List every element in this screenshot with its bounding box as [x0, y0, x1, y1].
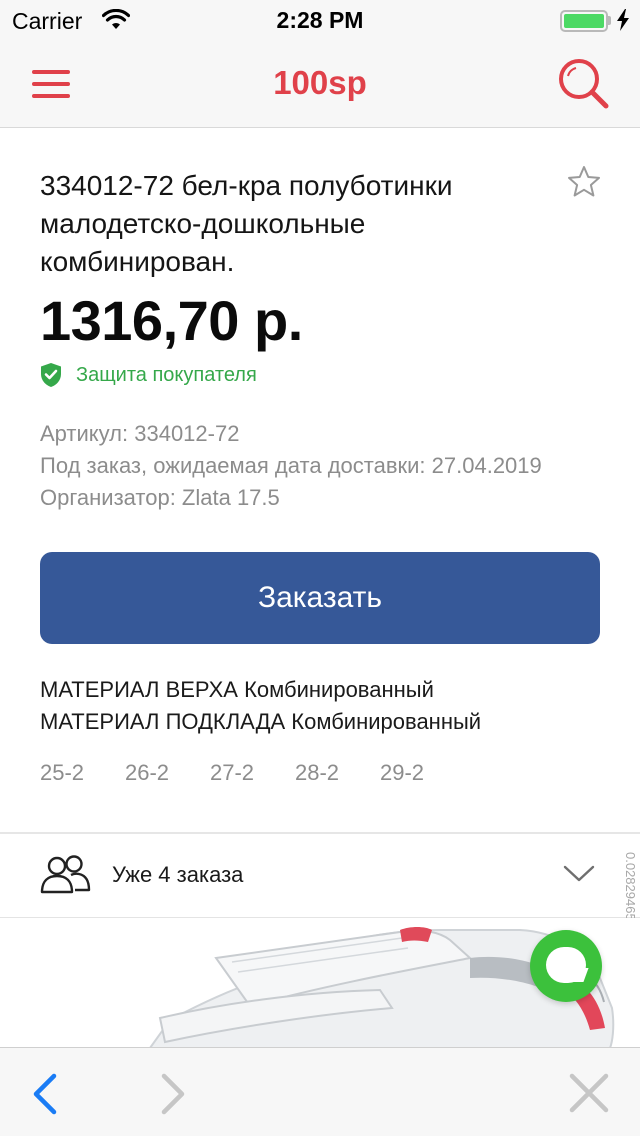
favorite-button[interactable] [566, 164, 602, 200]
orders-count-label: Уже 4 заказа [112, 862, 244, 887]
size-option[interactable]: 25-2 [40, 760, 125, 786]
size-option[interactable]: 27-2 [210, 760, 295, 786]
forward-button[interactable] [152, 1072, 192, 1116]
orders-expander[interactable]: Уже 4 заказа [0, 834, 640, 918]
chat-button[interactable] [530, 930, 602, 1002]
users-icon [40, 855, 91, 894]
size-list: 25-2 26-2 27-2 28-2 29-2 [40, 760, 465, 786]
charging-bolt-icon [617, 9, 629, 31]
battery-icon [560, 10, 608, 32]
close-button[interactable] [566, 1070, 612, 1116]
navigation-bar: 100sp [0, 40, 640, 128]
star-icon [568, 166, 600, 197]
product-title: 334012-72 бел-кра полуботинки малодетско… [40, 170, 453, 277]
app-title: 100sp [273, 64, 367, 101]
shield-check-icon [41, 363, 61, 387]
search-icon [559, 59, 609, 109]
materials-description: МАТЕРИАЛ ВЕРХА Комбинированный МАТЕРИАЛ … [40, 674, 481, 738]
material-lining: МАТЕРИАЛ ПОДКЛАДА Комбинированный [40, 709, 482, 734]
buyer-protection[interactable]: Защита покупателя [40, 360, 257, 390]
order-button[interactable]: Заказать [40, 552, 600, 644]
chevron-right-icon [161, 1073, 185, 1115]
size-option[interactable]: 28-2 [295, 760, 380, 786]
size-option[interactable]: 26-2 [125, 760, 210, 786]
chevron-down-icon [563, 865, 595, 882]
close-icon [569, 1073, 609, 1113]
battery-cap [608, 16, 611, 25]
chevron-left-icon [33, 1073, 57, 1115]
organizer-name: Организатор: Zlata 17.5 [40, 485, 280, 510]
status-bar: Carrier 2:28 PM [0, 0, 640, 40]
product-details: Артикул: 334012-72 Под заказ, ожидаемая … [40, 418, 542, 514]
status-time: 2:28 PM [276, 7, 364, 33]
product-price: 1316,70 р. [40, 289, 303, 352]
delivery-date: Под заказ, ожидаемая дата доставки: 27.0… [40, 453, 542, 478]
search-button[interactable] [556, 56, 612, 112]
article-number: Артикул: 334012-72 [40, 421, 240, 446]
back-button[interactable] [26, 1072, 66, 1116]
size-option[interactable]: 29-2 [380, 760, 465, 786]
bottom-toolbar [0, 1047, 640, 1136]
material-upper: МАТЕРИАЛ ВЕРХА Комбинированный [40, 677, 434, 702]
battery-fill [564, 14, 604, 28]
buyer-protection-label: Защита покупателя [76, 363, 257, 386]
